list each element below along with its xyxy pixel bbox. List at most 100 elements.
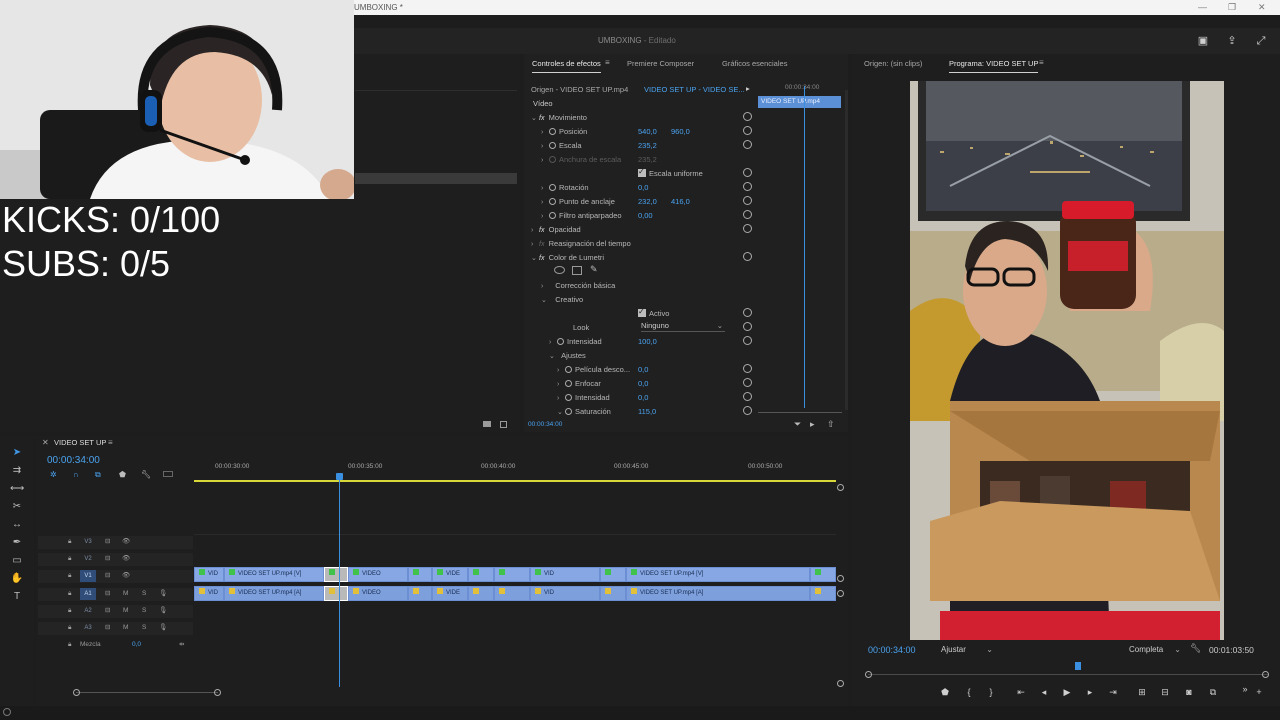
video-clip[interactable]: VIDE [432, 567, 468, 582]
anclaje-y[interactable]: 416,0 [671, 197, 690, 206]
solo-button[interactable]: S [142, 607, 146, 614]
vertical-scroll-handle[interactable] [837, 680, 844, 687]
movimiento-row[interactable]: ⌄ fx Movimiento [531, 113, 587, 122]
tab-program-monitor[interactable]: Programa: VIDEO SET UP [949, 59, 1039, 73]
saturacion-value[interactable]: 115,0 [638, 407, 656, 416]
track-label-a3[interactable]: A3 [80, 622, 96, 634]
pen-tool-icon[interactable]: ✒ [10, 536, 24, 550]
reset-icon[interactable] [743, 322, 752, 331]
rotacion-row[interactable]: › Rotación [541, 183, 589, 192]
expand-arrow-icon[interactable]: ▸ [746, 84, 750, 93]
slip-tool-icon[interactable]: ↔ [10, 518, 24, 532]
video-clip[interactable] [494, 567, 530, 582]
linked-selection-icon[interactable]: ⧉ [95, 470, 101, 480]
hand-tool-icon[interactable]: ✋ [10, 572, 24, 586]
horizontal-scrollbar[interactable] [76, 692, 218, 693]
ajustes-row[interactable]: ⌄ Ajustes [549, 351, 586, 360]
ellipse-mask-icon[interactable] [554, 266, 565, 274]
eye-icon[interactable]: 👁︎ [122, 571, 130, 579]
reset-icon[interactable] [743, 336, 752, 345]
scrubber-left-handle[interactable] [865, 671, 872, 678]
workspaces-icon[interactable]: ▣ [1196, 34, 1210, 48]
video-clip[interactable]: VID [530, 567, 600, 582]
ripple-edit-icon[interactable]: ⟷ [10, 482, 24, 496]
mark-out-icon[interactable]: } [984, 686, 998, 698]
audio-clip[interactable]: VID [194, 586, 224, 601]
mini-clip[interactable]: VIDEO SET UP.mp4 [758, 96, 841, 108]
video-clip[interactable] [408, 567, 432, 582]
audio-clip[interactable] [494, 586, 530, 601]
reset-icon[interactable] [743, 364, 752, 373]
timeline-timecode[interactable]: 00:00:34:00 [47, 455, 100, 466]
mix-lock-icon[interactable]: 🔒︎ [68, 641, 71, 649]
anclaje-row[interactable]: › Punto de anclaje [541, 197, 615, 206]
overwrite-icon[interactable]: ⊟ [1158, 686, 1172, 698]
add-button-icon[interactable]: + [1252, 686, 1266, 698]
lock-icon[interactable]: 🔒︎ [68, 590, 71, 598]
rectangle-mask-icon[interactable] [572, 266, 582, 275]
snap-icon[interactable]: ∩ [73, 470, 79, 479]
reset-icon[interactable] [743, 168, 752, 177]
pelicula-row[interactable]: › Película desco... [557, 365, 630, 374]
add-marker-timeline-icon[interactable]: ⬟ [119, 470, 126, 479]
mix-value[interactable]: 0,0 [132, 641, 141, 648]
reset-icon[interactable] [743, 406, 752, 415]
program-timecode[interactable]: 00:00:34:00 [868, 645, 916, 655]
mute-button[interactable]: M [123, 624, 128, 631]
status-icon[interactable] [3, 708, 11, 716]
play-icon[interactable]: ▶ [1060, 686, 1074, 698]
reset-icon[interactable] [743, 126, 752, 135]
source-label[interactable]: Origen - VIDEO SET UP.mp4 [531, 85, 628, 94]
lock-icon[interactable]: 🔒︎ [68, 572, 71, 580]
video-clip[interactable] [468, 567, 494, 582]
add-marker-icon[interactable]: ⬟ [938, 686, 952, 698]
audio-clip-selected[interactable] [324, 586, 348, 601]
intensidad-row[interactable]: › Intensidad [549, 337, 602, 346]
rotacion-value[interactable]: 0,0 [638, 183, 648, 192]
sync-lock-icon[interactable]: ⊟ [105, 589, 110, 597]
intensidad-value[interactable]: 100,0 [638, 337, 657, 346]
mute-button[interactable]: M [123, 607, 128, 614]
reset-icon[interactable] [743, 182, 752, 191]
reset-icon[interactable] [743, 112, 752, 121]
reset-icon[interactable] [743, 210, 752, 219]
reset-icon[interactable] [743, 308, 752, 317]
mini-playhead[interactable] [804, 86, 805, 408]
lumetri-row[interactable]: ⌄ fx Color de Lumetri [531, 253, 604, 262]
video-clip[interactable]: VID [194, 567, 224, 582]
sync-lock-icon[interactable]: ⊟ [105, 537, 110, 545]
lock-icon[interactable]: 🔒︎ [68, 624, 71, 632]
wrench-icon[interactable]: 🔧︎ [1190, 643, 1201, 654]
audio-clip[interactable]: VIDEO [348, 586, 408, 601]
lock-icon[interactable]: 🔒︎ [68, 555, 71, 563]
selection-tool-icon[interactable]: ➤ [10, 446, 24, 460]
export-icon[interactable]: ⇧ [827, 419, 835, 430]
look-dropdown[interactable]: Ninguno ⌄ [641, 321, 725, 332]
pelicula-value[interactable]: 0,0 [638, 365, 648, 374]
scroll-left-handle[interactable] [73, 689, 80, 696]
nest-icon[interactable]: ✲ [50, 470, 57, 479]
creativo-row[interactable]: ⌄ Creativo [541, 295, 583, 304]
compare-icon[interactable]: ⧉ [1206, 686, 1220, 698]
sync-lock-icon[interactable]: ⊟ [105, 606, 110, 614]
reset-icon[interactable] [743, 378, 752, 387]
go-to-in-icon[interactable]: ⇤ [1014, 686, 1028, 698]
reset-icon[interactable] [743, 140, 752, 149]
audio-clip[interactable] [810, 586, 836, 601]
video-clip[interactable]: VIDEO SET UP.mp4 [V] [626, 567, 810, 582]
solo-button[interactable]: S [142, 624, 146, 631]
track-label-v2[interactable]: V2 [80, 553, 96, 565]
audio-clip[interactable] [468, 586, 494, 601]
track-label-v3[interactable]: V3 [80, 536, 96, 548]
program-menu-icon[interactable]: ≡ [1039, 58, 1044, 67]
correccion-basica-row[interactable]: › Corrección básica [541, 281, 615, 290]
mix-end-icon[interactable]: ⇹ [179, 640, 184, 648]
reset-icon[interactable] [743, 196, 752, 205]
video-clip[interactable]: VIDEO SET UP.mp4 [V] [224, 567, 324, 582]
reset-icon[interactable] [743, 252, 752, 261]
audio-clip[interactable]: VID [530, 586, 600, 601]
audio-clip[interactable] [408, 586, 432, 601]
sync-lock-icon[interactable]: ⊟ [105, 623, 110, 631]
tab-graficos-esenciales[interactable]: Gráficos esenciales [722, 59, 787, 68]
program-scrubber[interactable] [868, 674, 1268, 675]
